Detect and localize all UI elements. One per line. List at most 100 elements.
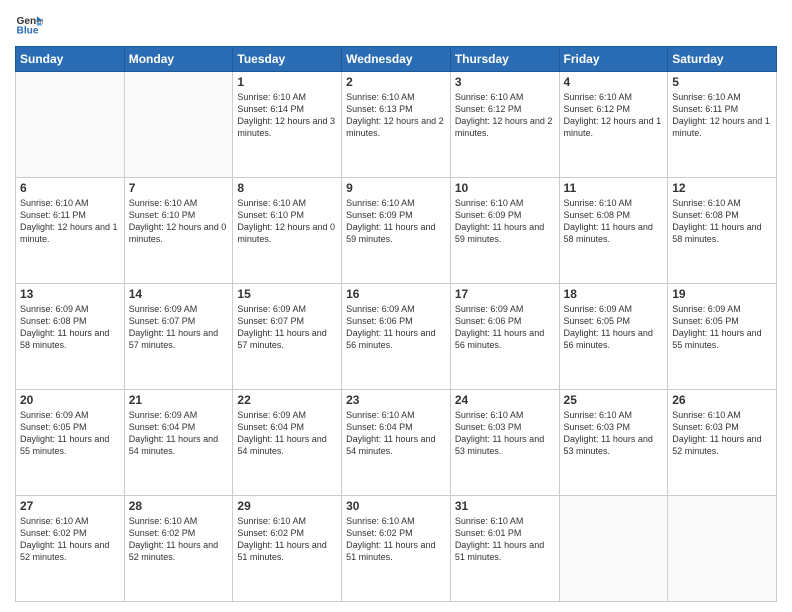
calendar-cell: 13 Sunrise: 6:09 AM Sunset: 6:08 PM Dayli… bbox=[16, 284, 125, 390]
day-number: 20 bbox=[20, 393, 120, 407]
header: General Blue bbox=[15, 10, 777, 38]
calendar-cell: 11 Sunrise: 6:10 AM Sunset: 6:08 PM Dayli… bbox=[559, 178, 668, 284]
calendar-cell: 21 Sunrise: 6:09 AM Sunset: 6:04 PM Dayli… bbox=[124, 390, 233, 496]
day-info: Sunrise: 6:10 AM Sunset: 6:08 PM Dayligh… bbox=[564, 197, 664, 246]
svg-text:Blue: Blue bbox=[17, 25, 39, 36]
calendar-cell: 10Sunrise: 6:10 AM Sunset: 6:09 PM Dayli… bbox=[450, 178, 559, 284]
day-info: Sunrise: 6:09 AM Sunset: 6:07 PM Dayligh… bbox=[237, 303, 337, 352]
day-number: 4 bbox=[564, 75, 664, 89]
day-info: Sunrise: 6:10 AM Sunset: 6:03 PM Dayligh… bbox=[455, 409, 555, 458]
weekday-header-saturday: Saturday bbox=[668, 47, 777, 72]
day-info: Sunrise: 6:09 AM Sunset: 6:04 PM Dayligh… bbox=[237, 409, 337, 458]
day-info: Sunrise: 6:10 AM Sunset: 6:12 PM Dayligh… bbox=[564, 91, 664, 140]
day-number: 22 bbox=[237, 393, 337, 407]
day-info: Sunrise: 6:10 AM Sunset: 6:02 PM Dayligh… bbox=[20, 515, 120, 564]
day-number: 31 bbox=[455, 499, 555, 513]
weekday-header-monday: Monday bbox=[124, 47, 233, 72]
day-number: 21 bbox=[129, 393, 229, 407]
day-number: 2 bbox=[346, 75, 446, 89]
calendar-cell: 28 Sunrise: 6:10 AM Sunset: 6:02 PM Dayli… bbox=[124, 496, 233, 602]
day-number: 19 bbox=[672, 287, 772, 301]
logo-icon: General Blue bbox=[15, 10, 43, 38]
calendar-cell: 22 Sunrise: 6:09 AM Sunset: 6:04 PM Dayli… bbox=[233, 390, 342, 496]
day-number: 13 bbox=[20, 287, 120, 301]
calendar-cell: 1 Sunrise: 6:10 AM Sunset: 6:14 PM Daylig… bbox=[233, 72, 342, 178]
day-number: 10 bbox=[455, 181, 555, 195]
week-row-4: 20 Sunrise: 6:09 AM Sunset: 6:05 PM Dayli… bbox=[16, 390, 777, 496]
calendar-cell: 19 Sunrise: 6:09 AM Sunset: 6:05 PM Dayli… bbox=[668, 284, 777, 390]
calendar-cell: 26Sunrise: 6:10 AM Sunset: 6:03 PM Dayli… bbox=[668, 390, 777, 496]
day-number: 11 bbox=[564, 181, 664, 195]
day-number: 9 bbox=[346, 181, 446, 195]
calendar-cell: 14 Sunrise: 6:09 AM Sunset: 6:07 PM Dayli… bbox=[124, 284, 233, 390]
day-number: 17 bbox=[455, 287, 555, 301]
day-info: Sunrise: 6:10 AM Sunset: 6:14 PM Dayligh… bbox=[237, 91, 337, 140]
weekday-header-tuesday: Tuesday bbox=[233, 47, 342, 72]
day-number: 1 bbox=[237, 75, 337, 89]
week-row-5: 27 Sunrise: 6:10 AM Sunset: 6:02 PM Dayli… bbox=[16, 496, 777, 602]
day-number: 18 bbox=[564, 287, 664, 301]
day-info: Sunrise: 6:09 AM Sunset: 6:06 PM Dayligh… bbox=[346, 303, 446, 352]
calendar-cell: 12 Sunrise: 6:10 AM Sunset: 6:08 PM Dayli… bbox=[668, 178, 777, 284]
calendar-cell: 5Sunrise: 6:10 AM Sunset: 6:11 PM Daylig… bbox=[668, 72, 777, 178]
day-number: 8 bbox=[237, 181, 337, 195]
week-row-1: 1 Sunrise: 6:10 AM Sunset: 6:14 PM Daylig… bbox=[16, 72, 777, 178]
calendar-cell: 3 Sunrise: 6:10 AM Sunset: 6:12 PM Daylig… bbox=[450, 72, 559, 178]
day-info: Sunrise: 6:10 AM Sunset: 6:08 PM Dayligh… bbox=[672, 197, 772, 246]
week-row-2: 6Sunrise: 6:10 AM Sunset: 6:11 PM Daylig… bbox=[16, 178, 777, 284]
day-number: 3 bbox=[455, 75, 555, 89]
day-number: 27 bbox=[20, 499, 120, 513]
day-number: 15 bbox=[237, 287, 337, 301]
calendar-cell: 23Sunrise: 6:10 AM Sunset: 6:04 PM Dayli… bbox=[342, 390, 451, 496]
day-number: 7 bbox=[129, 181, 229, 195]
day-info: Sunrise: 6:10 AM Sunset: 6:02 PM Dayligh… bbox=[346, 515, 446, 564]
calendar-cell: 17Sunrise: 6:09 AM Sunset: 6:06 PM Dayli… bbox=[450, 284, 559, 390]
day-number: 28 bbox=[129, 499, 229, 513]
calendar-cell bbox=[16, 72, 125, 178]
calendar-cell: 16 Sunrise: 6:09 AM Sunset: 6:06 PM Dayli… bbox=[342, 284, 451, 390]
weekday-header-wednesday: Wednesday bbox=[342, 47, 451, 72]
day-info: Sunrise: 6:10 AM Sunset: 6:12 PM Dayligh… bbox=[455, 91, 555, 140]
day-info: Sunrise: 6:10 AM Sunset: 6:03 PM Dayligh… bbox=[672, 409, 772, 458]
calendar-cell bbox=[668, 496, 777, 602]
day-info: Sunrise: 6:09 AM Sunset: 6:05 PM Dayligh… bbox=[564, 303, 664, 352]
day-info: Sunrise: 6:10 AM Sunset: 6:13 PM Dayligh… bbox=[346, 91, 446, 140]
weekday-header-sunday: Sunday bbox=[16, 47, 125, 72]
calendar-cell: 6Sunrise: 6:10 AM Sunset: 6:11 PM Daylig… bbox=[16, 178, 125, 284]
logo: General Blue bbox=[15, 10, 47, 38]
day-info: Sunrise: 6:10 AM Sunset: 6:03 PM Dayligh… bbox=[564, 409, 664, 458]
day-info: Sunrise: 6:09 AM Sunset: 6:08 PM Dayligh… bbox=[20, 303, 120, 352]
day-number: 14 bbox=[129, 287, 229, 301]
day-number: 24 bbox=[455, 393, 555, 407]
calendar-cell: 29 Sunrise: 6:10 AM Sunset: 6:02 PM Dayli… bbox=[233, 496, 342, 602]
calendar-cell: 25Sunrise: 6:10 AM Sunset: 6:03 PM Dayli… bbox=[559, 390, 668, 496]
day-info: Sunrise: 6:09 AM Sunset: 6:04 PM Dayligh… bbox=[129, 409, 229, 458]
day-number: 23 bbox=[346, 393, 446, 407]
day-info: Sunrise: 6:10 AM Sunset: 6:09 PM Dayligh… bbox=[346, 197, 446, 246]
calendar-cell: 8Sunrise: 6:10 AM Sunset: 6:10 PM Daylig… bbox=[233, 178, 342, 284]
calendar-cell: 18 Sunrise: 6:09 AM Sunset: 6:05 PM Dayli… bbox=[559, 284, 668, 390]
calendar-cell bbox=[559, 496, 668, 602]
day-number: 12 bbox=[672, 181, 772, 195]
day-info: Sunrise: 6:10 AM Sunset: 6:11 PM Dayligh… bbox=[672, 91, 772, 140]
weekday-header-friday: Friday bbox=[559, 47, 668, 72]
day-info: Sunrise: 6:10 AM Sunset: 6:01 PM Dayligh… bbox=[455, 515, 555, 564]
calendar-cell: 20 Sunrise: 6:09 AM Sunset: 6:05 PM Dayli… bbox=[16, 390, 125, 496]
day-number: 6 bbox=[20, 181, 120, 195]
day-info: Sunrise: 6:10 AM Sunset: 6:02 PM Dayligh… bbox=[237, 515, 337, 564]
day-info: Sunrise: 6:09 AM Sunset: 6:07 PM Dayligh… bbox=[129, 303, 229, 352]
day-number: 16 bbox=[346, 287, 446, 301]
day-number: 30 bbox=[346, 499, 446, 513]
day-info: Sunrise: 6:10 AM Sunset: 6:02 PM Dayligh… bbox=[129, 515, 229, 564]
calendar: SundayMondayTuesdayWednesdayThursdayFrid… bbox=[15, 46, 777, 602]
calendar-cell: 31 Sunrise: 6:10 AM Sunset: 6:01 PM Dayli… bbox=[450, 496, 559, 602]
calendar-cell: 9 Sunrise: 6:10 AM Sunset: 6:09 PM Daylig… bbox=[342, 178, 451, 284]
calendar-cell: 15 Sunrise: 6:09 AM Sunset: 6:07 PM Dayli… bbox=[233, 284, 342, 390]
calendar-cell: 7Sunrise: 6:10 AM Sunset: 6:10 PM Daylig… bbox=[124, 178, 233, 284]
calendar-cell: 27 Sunrise: 6:10 AM Sunset: 6:02 PM Dayli… bbox=[16, 496, 125, 602]
day-info: Sunrise: 6:09 AM Sunset: 6:05 PM Dayligh… bbox=[672, 303, 772, 352]
day-info: Sunrise: 6:09 AM Sunset: 6:05 PM Dayligh… bbox=[20, 409, 120, 458]
calendar-cell: 4 Sunrise: 6:10 AM Sunset: 6:12 PM Daylig… bbox=[559, 72, 668, 178]
day-number: 29 bbox=[237, 499, 337, 513]
calendar-cell: 30 Sunrise: 6:10 AM Sunset: 6:02 PM Dayli… bbox=[342, 496, 451, 602]
